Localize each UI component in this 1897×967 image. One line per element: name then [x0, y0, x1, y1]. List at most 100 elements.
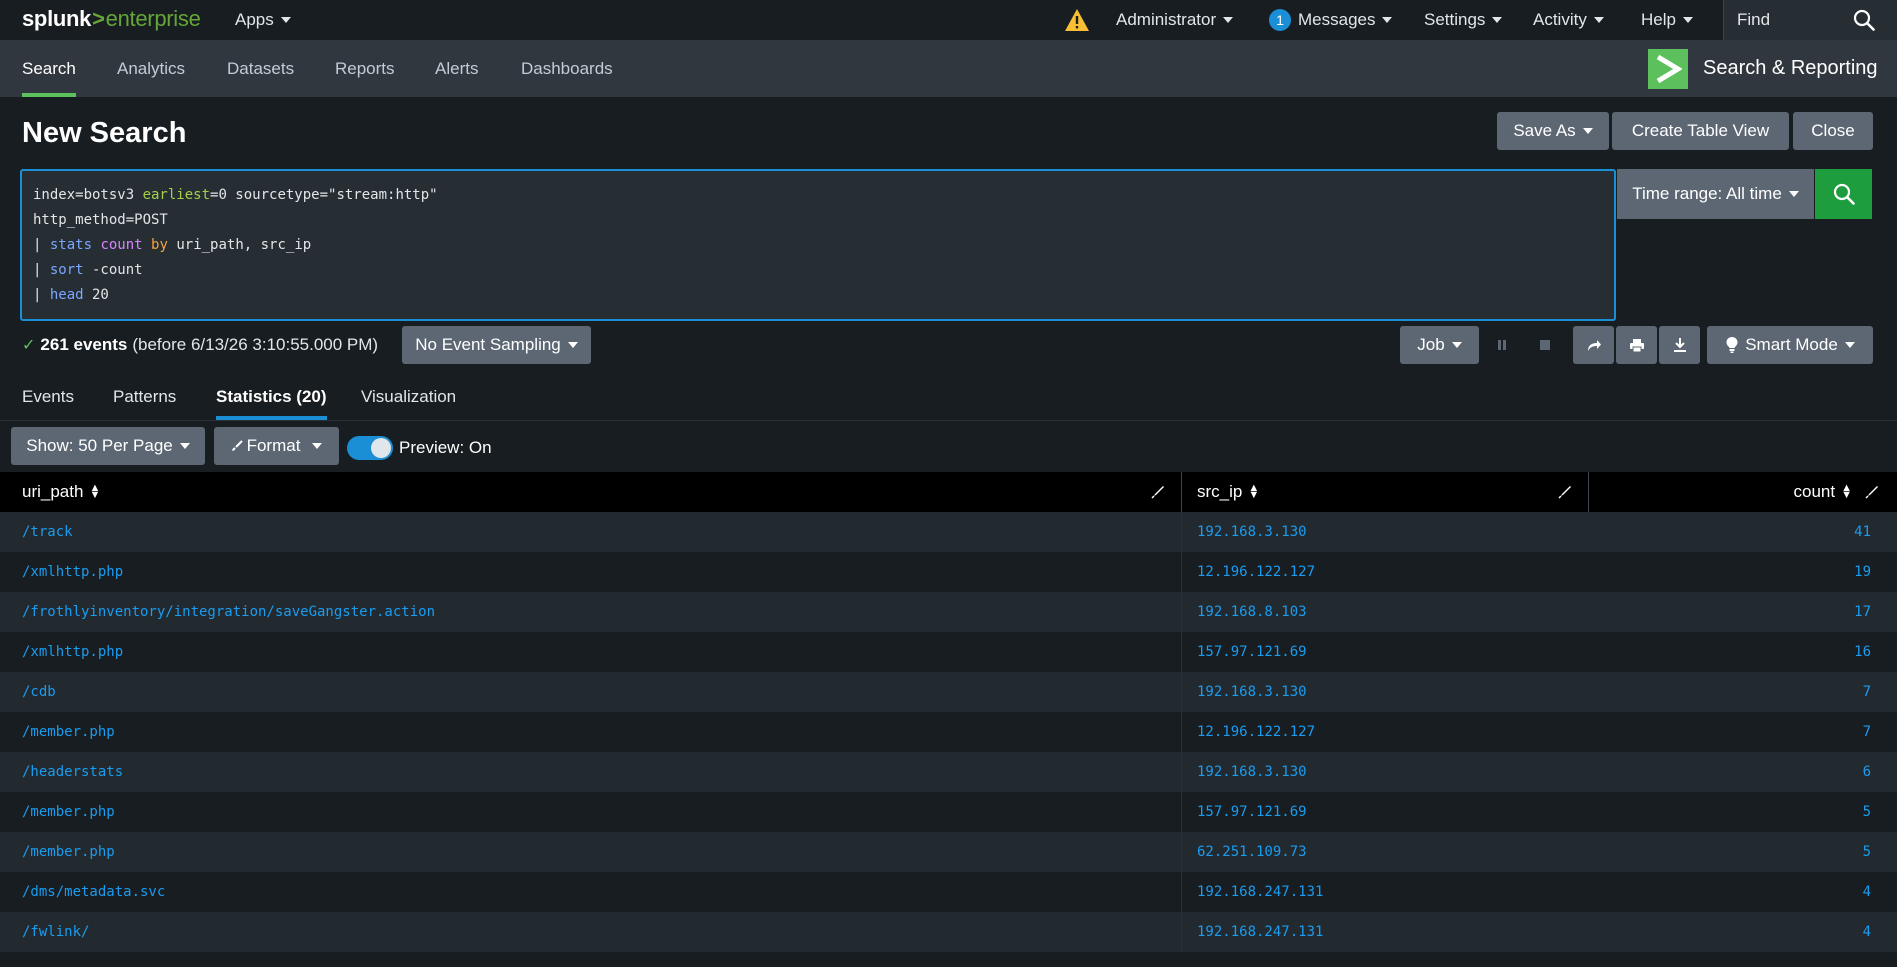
search-time: (before 6/13/26 3:10:55.000 PM)	[132, 335, 379, 354]
query-text: http_method=POST	[33, 212, 168, 228]
cell-uri-path[interactable]: /xmlhttp.php	[22, 632, 123, 672]
cell-src-ip[interactable]: 192.168.3.130	[1197, 752, 1307, 792]
cell-count[interactable]: 5	[1863, 792, 1871, 832]
cell-uri-path[interactable]: /dms/metadata.svc	[22, 872, 165, 912]
cell-src-ip[interactable]: 157.97.121.69	[1197, 632, 1307, 672]
search-mode-dropdown[interactable]: Smart Mode	[1707, 326, 1873, 364]
column-header-uri-path[interactable]: uri_path ▲ ▼	[22, 472, 100, 512]
share-icon	[1587, 340, 1601, 351]
settings-menu[interactable]: Settings	[1424, 0, 1503, 40]
messages-menu[interactable]: 1 Messages	[1269, 0, 1393, 40]
query-text: index=botsv3	[33, 187, 143, 203]
column-header-src-ip[interactable]: src_ip ▲ ▼	[1197, 472, 1259, 512]
cell-uri-path[interactable]: /member.php	[22, 792, 115, 832]
stop-button[interactable]	[1524, 326, 1565, 364]
search-icon	[1833, 183, 1855, 205]
cell-uri-path[interactable]: /member.php	[22, 712, 115, 752]
cell-count[interactable]: 5	[1863, 832, 1871, 872]
preview-toggle[interactable]	[347, 436, 393, 460]
cell-src-ip[interactable]: 192.168.3.130	[1197, 512, 1307, 552]
cell-src-ip[interactable]: 192.168.247.131	[1197, 872, 1323, 912]
find-input[interactable]: Find	[1723, 0, 1897, 40]
event-sampling-dropdown[interactable]: No Event Sampling	[402, 326, 591, 364]
cell-count[interactable]: 17	[1854, 592, 1871, 632]
top-bar: splunk > enterprise Apps Administrator 1…	[0, 0, 1897, 40]
cell-src-ip[interactable]: 12.196.122.127	[1197, 712, 1315, 752]
edit-column-icon[interactable]	[1150, 484, 1166, 500]
query-keyword: by	[151, 237, 168, 253]
edit-column-icon[interactable]	[1864, 484, 1880, 500]
query-keyword: earliest	[142, 187, 211, 203]
cell-uri-path[interactable]: /cdb	[22, 672, 56, 712]
cell-uri-path[interactable]: /member.php	[22, 832, 115, 872]
tab-alerts[interactable]: Alerts	[435, 40, 478, 97]
help-menu[interactable]: Help	[1641, 0, 1693, 40]
query-command: stats	[49, 237, 93, 253]
tab-dashboards[interactable]: Dashboards	[521, 40, 613, 97]
search-icon[interactable]	[1853, 9, 1875, 31]
tab-reports[interactable]: Reports	[335, 40, 395, 97]
user-menu[interactable]: Administrator	[1116, 0, 1234, 40]
cell-src-ip[interactable]: 192.168.8.103	[1197, 592, 1307, 632]
tab-analytics[interactable]: Analytics	[117, 40, 185, 97]
tab-events[interactable]: Events	[22, 374, 74, 420]
cell-src-ip[interactable]: 62.251.109.73	[1197, 832, 1307, 872]
column-header-count[interactable]: count ▲ ▼	[1794, 472, 1852, 512]
tab-visualization[interactable]: Visualization	[361, 374, 456, 420]
chevron-down-icon	[1844, 342, 1855, 348]
run-search-button[interactable]	[1815, 169, 1872, 219]
cell-count[interactable]: 19	[1854, 552, 1871, 592]
pause-button[interactable]	[1481, 326, 1522, 364]
share-button[interactable]	[1573, 326, 1614, 364]
lightbulb-icon	[1726, 337, 1738, 353]
splunk-logo[interactable]: splunk > enterprise	[22, 6, 201, 32]
export-button[interactable]	[1659, 326, 1700, 364]
format-dropdown[interactable]: Format	[214, 427, 339, 465]
cell-uri-path[interactable]: /frothlyinventory/integration/saveGangst…	[22, 592, 435, 632]
query-pipe: |	[33, 262, 50, 278]
apps-menu[interactable]: Apps	[235, 0, 291, 40]
help-menu-label: Help	[1641, 10, 1676, 29]
cell-count[interactable]: 7	[1863, 712, 1871, 752]
cell-count[interactable]: 41	[1854, 512, 1871, 552]
table-body: /track 192.168.3.130 41 /xmlhttp.php 12.…	[0, 512, 1897, 952]
close-button[interactable]: Close	[1793, 112, 1873, 150]
search-mode-label: Smart Mode	[1745, 335, 1838, 354]
sort-icon: ▲ ▼	[1248, 482, 1260, 501]
chevron-down-icon	[1682, 17, 1693, 23]
column-divider	[1181, 912, 1182, 952]
search-query-editor[interactable]: index=botsv3 earliest=0 sourcetype="stre…	[20, 169, 1616, 321]
column-label: count	[1793, 482, 1836, 501]
save-as-button[interactable]: Save As	[1497, 112, 1609, 150]
cell-uri-path[interactable]: /track	[22, 512, 73, 552]
cell-count[interactable]: 4	[1863, 872, 1871, 912]
cell-count[interactable]: 7	[1863, 672, 1871, 712]
tab-patterns[interactable]: Patterns	[113, 374, 176, 420]
tab-search[interactable]: Search	[22, 40, 76, 97]
edit-column-icon[interactable]	[1557, 484, 1573, 500]
activity-menu[interactable]: Activity	[1533, 0, 1604, 40]
tabs-divider	[0, 420, 1897, 421]
chevron-down-icon	[1593, 17, 1604, 23]
cell-uri-path[interactable]: /xmlhttp.php	[22, 552, 123, 592]
cell-src-ip[interactable]: 192.168.3.130	[1197, 672, 1307, 712]
job-menu[interactable]: Job	[1400, 326, 1479, 364]
table-row: /dms/metadata.svc 192.168.247.131 4	[0, 872, 1897, 912]
query-line-5: | head 20	[33, 283, 1603, 308]
cell-src-ip[interactable]: 157.97.121.69	[1197, 792, 1307, 832]
warning-icon[interactable]	[1064, 8, 1090, 32]
cell-src-ip[interactable]: 12.196.122.127	[1197, 552, 1315, 592]
tab-datasets[interactable]: Datasets	[227, 40, 294, 97]
cell-count[interactable]: 4	[1863, 912, 1871, 952]
cell-uri-path[interactable]: /fwlink/	[22, 912, 89, 952]
cell-count[interactable]: 6	[1863, 752, 1871, 792]
cell-src-ip[interactable]: 192.168.247.131	[1197, 912, 1323, 952]
time-range-label: Time range: All time	[1632, 184, 1782, 203]
time-range-picker[interactable]: Time range: All time	[1617, 169, 1814, 219]
per-page-dropdown[interactable]: Show: 50 Per Page	[11, 427, 205, 465]
cell-uri-path[interactable]: /headerstats	[22, 752, 123, 792]
print-button[interactable]	[1616, 326, 1657, 364]
tab-statistics[interactable]: Statistics (20)	[216, 374, 327, 420]
cell-count[interactable]: 16	[1854, 632, 1871, 672]
create-table-view-button[interactable]: Create Table View	[1612, 112, 1789, 150]
